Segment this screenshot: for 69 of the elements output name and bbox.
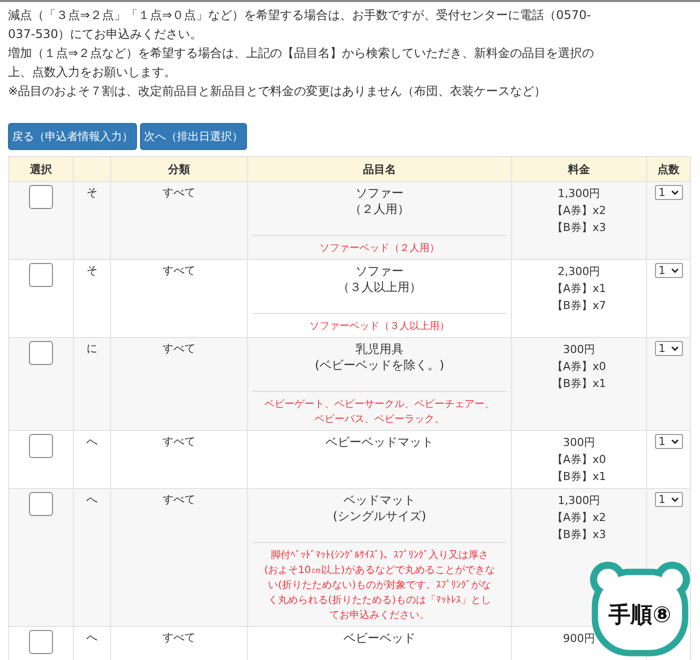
table-cell: そ: [86, 186, 98, 199]
caret-icon: [670, 439, 678, 444]
item-name: 乳児用具: [356, 341, 404, 357]
quantity-select[interactable]: 1: [654, 492, 682, 507]
ticket-count: 【B券】x1: [550, 469, 608, 485]
ticket-count: 【A券】x0: [550, 452, 608, 468]
checkbox[interactable]: [29, 434, 53, 458]
nav-button[interactable]: 戻る（申込者情報入力）: [8, 123, 137, 150]
item-note: ソファーベッド（２人用）: [320, 243, 440, 254]
column-header: 料金: [512, 156, 646, 182]
ticket-count: 【A券】x0: [550, 359, 608, 375]
caret-icon: [670, 268, 678, 273]
table-cell: へ: [86, 493, 98, 506]
step-label: 手順⑧: [608, 602, 672, 630]
item-name: (シングルサイズ): [332, 508, 426, 524]
table-cell: すべて: [162, 342, 196, 355]
table-cell: へ: [86, 631, 98, 644]
column-header: 点数: [646, 156, 690, 182]
price-text: 2,300円: [556, 264, 602, 280]
item-note: ソファーベッド（３人以上用）: [310, 321, 450, 332]
instruction-text: 増加（１点⇒２点など）を希望する場合は、上記の【品目名】から検索していただき、新料金の品目を選択の上、点数入力をお願いします。: [8, 45, 596, 81]
instruction-text: ※品目のおよそ７割は、改定前品目と新品目とで料金の変更はありません（布団、衣装ケースなど）: [8, 83, 548, 100]
item-name: ベッドマット: [344, 492, 416, 508]
caret-icon: [670, 346, 678, 351]
ticket-count: 【A券】x2: [550, 510, 608, 526]
caret-icon: [670, 497, 678, 502]
table-cell: すべて: [162, 186, 196, 199]
item-name: ベビーベッド: [344, 630, 416, 646]
price-text: 1,300円: [556, 493, 602, 509]
column-header: 選択: [8, 156, 74, 182]
quantity-select[interactable]: 1: [654, 434, 682, 449]
item-note: ベビーゲート、ベビーサークル、ベビーチェアー、ベビーバス、ベビーラック。: [264, 399, 494, 425]
item-name: ソファー: [356, 263, 404, 279]
item-note: 脚付ﾍﾞｯﾄﾞﾏｯﾄ(ｼﾝｸﾞﾙｻｲｽﾞ)。ｽﾌﾟﾘﾝｸﾞ入り又は厚さ(およそ10㎝以上)があるなどで丸めることができない(折りたためない)ものが対象です。ｽﾌﾟﾘﾝｸﾞがなく丸められる(折りたためる)ものは「ﾏｯﾄﾚｽ」としてお申込みください。: [264, 550, 495, 621]
ticket-count: 【B券】x3: [550, 527, 608, 543]
price-text: 300円: [562, 435, 596, 451]
table-cell: すべて: [162, 493, 196, 506]
column-header: 品目名: [248, 156, 512, 182]
column-header: 分類: [110, 156, 248, 182]
quantity-select[interactable]: 1: [654, 185, 682, 200]
checkbox[interactable]: [29, 341, 53, 365]
checkbox[interactable]: [29, 263, 53, 287]
quantity-select[interactable]: 1: [654, 263, 682, 278]
table-cell: へ: [86, 435, 98, 448]
checkbox[interactable]: [29, 492, 53, 516]
table-cell: すべて: [162, 264, 196, 277]
table-cell: そ: [86, 264, 98, 277]
ticket-count: 【B券】x1: [550, 376, 608, 392]
checkbox[interactable]: [29, 185, 53, 209]
item-name: ソファー: [356, 185, 404, 201]
item-name: ベビーベッドマット: [326, 434, 434, 450]
table-cell: すべて: [162, 631, 196, 644]
item-name: （３人以上用）: [338, 279, 422, 295]
price-text: 300円: [562, 342, 596, 358]
nav-button[interactable]: 次へ（排出日選択）: [140, 123, 247, 150]
table-cell: すべて: [162, 435, 196, 448]
caret-icon: [670, 190, 678, 195]
price-text: 1,300円: [556, 186, 602, 202]
quantity-select[interactable]: 1: [654, 341, 682, 356]
instruction-text: 減点（「３点⇒２点」「１点⇒０点」など）を希望する場合は、お手数ですが、受付センターに電話（0570-037-530）にてお申込みください。: [8, 7, 592, 43]
item-name: (ベビーベッドを除く。): [314, 357, 444, 373]
price-text: 900円: [562, 631, 596, 647]
checkbox[interactable]: [29, 630, 53, 654]
ticket-count: 【B券】x7: [550, 298, 608, 314]
ticket-count: 【A券】x2: [550, 203, 608, 219]
ticket-count: 【A券】x1: [550, 281, 608, 297]
table-cell: に: [86, 342, 98, 355]
ticket-count: 【B券】x3: [550, 220, 608, 236]
item-name: （２人用）: [350, 201, 410, 217]
